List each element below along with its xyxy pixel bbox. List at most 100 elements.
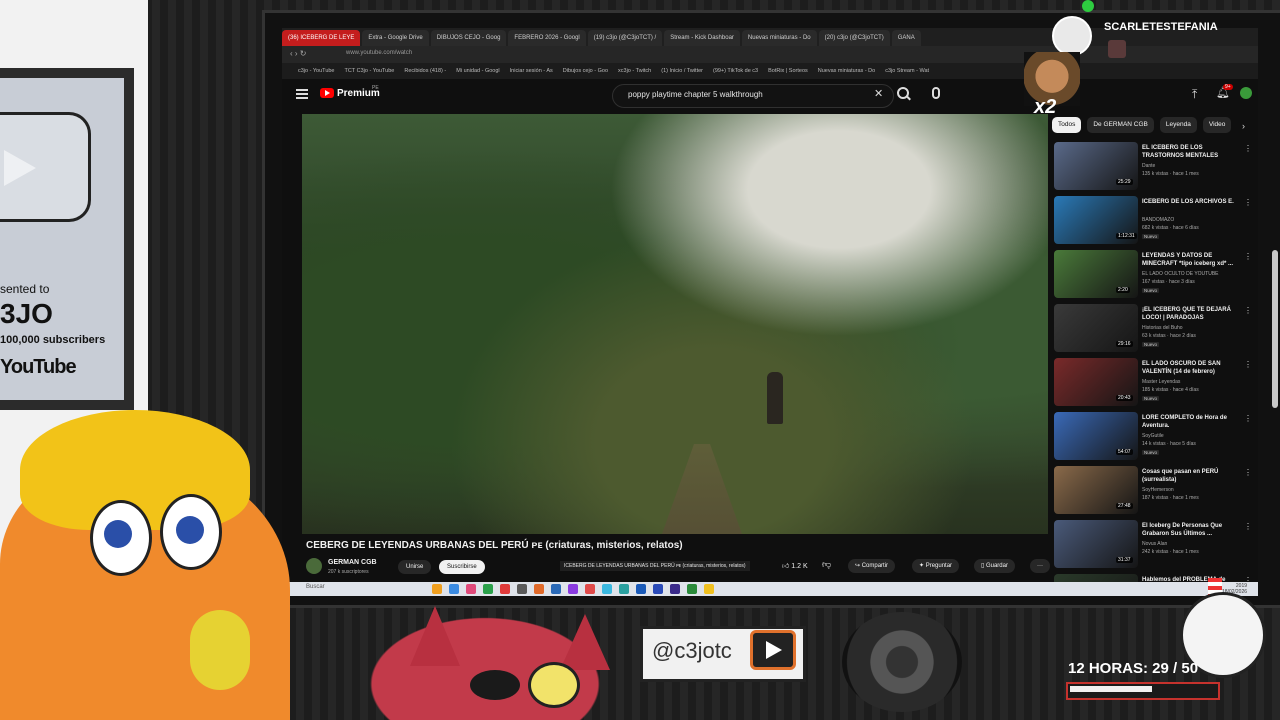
- video-title[interactable]: El Iceberg De Personas Que Grabaron Sus …: [1142, 522, 1242, 538]
- taskbar-app-icon[interactable]: [585, 584, 595, 594]
- video-title[interactable]: LEYENDAS Y DATOS DE MINECRAFT *tipo iceb…: [1142, 252, 1242, 268]
- more-vert-icon[interactable]: ⋮: [1244, 144, 1252, 153]
- dislike-icon[interactable]: 👎︎: [822, 559, 831, 570]
- browser-tab[interactable]: (36) ICEBERG DE LEYE: [282, 30, 361, 46]
- speaker-graphic: [842, 612, 962, 712]
- filter-chip[interactable]: De GERMAN CGB: [1087, 117, 1154, 133]
- more-vert-icon[interactable]: ⋮: [1244, 252, 1252, 261]
- taskbar-app-icon[interactable]: [568, 584, 578, 594]
- channel-handle: @c3jotc: [652, 638, 732, 663]
- taskbar-app-icon[interactable]: [704, 584, 714, 594]
- bookmark-item[interactable]: Nuevas miniaturas - Do: [818, 63, 875, 79]
- browser-tab[interactable]: (20) c3jo (@C3joTCT): [818, 30, 890, 46]
- channel-name[interactable]: GERMAN CGB: [328, 559, 377, 566]
- browser-tab[interactable]: Stream - Kick Dashboar: [664, 30, 740, 46]
- recommended-video[interactable]: 31:37 El Iceberg De Personas Que Grabaron…: [1054, 520, 1252, 572]
- channel-avatar[interactable]: [306, 558, 322, 574]
- scrollbar[interactable]: [1272, 250, 1278, 408]
- channel-name[interactable]: SoyHemerson: [1142, 487, 1174, 493]
- bookmark-item[interactable]: Mi unidad - Googl: [456, 63, 499, 79]
- bookmark-item[interactable]: (99+) TikTok de c3: [713, 63, 758, 79]
- video-player[interactable]: [302, 114, 1048, 534]
- nav-arrows-icon[interactable]: ‹ › ↻: [290, 49, 306, 58]
- microphone-icon[interactable]: [932, 87, 940, 99]
- taskbar-app-icon[interactable]: [636, 584, 646, 594]
- video-title[interactable]: ¡EL ICEBERG QUE TE DEJARÁ LOCO! | PARADO…: [1142, 306, 1242, 322]
- recommended-video[interactable]: 25:29 EL ICEBERG DE LOS TRASTORNOS MENTAL…: [1054, 142, 1252, 194]
- recommended-video[interactable]: 20:43 EL LADO OSCURO DE SAN VALENTÍN (14 …: [1054, 358, 1252, 410]
- bookmark-item[interactable]: c3jo Stream - Wat: [885, 63, 929, 79]
- more-button[interactable]: ···: [1030, 559, 1050, 573]
- taskbar-app-icon[interactable]: [517, 584, 527, 594]
- subscribe-button[interactable]: Suscribirse: [439, 560, 485, 574]
- browser-tab[interactable]: FEBRERO 2026 - Googl: [508, 30, 586, 46]
- more-vert-icon[interactable]: ⋮: [1244, 522, 1252, 531]
- ask-button[interactable]: ✦ Preguntar: [912, 559, 960, 573]
- avatar[interactable]: [1240, 87, 1252, 99]
- taskbar-app-icon[interactable]: [500, 584, 510, 594]
- channel-name[interactable]: Novus Alan: [1142, 541, 1167, 547]
- recommended-video[interactable]: 2:20 LEYENDAS Y DATOS DE MINECRAFT *tipo …: [1054, 250, 1252, 302]
- bookmark-item[interactable]: Recibidos (418) -: [404, 63, 446, 79]
- recommended-video[interactable]: 54:07 LORE COMPLETO de Hora de Aventura. S…: [1054, 412, 1252, 464]
- taskbar-app-icon[interactable]: [653, 584, 663, 594]
- browser-tab[interactable]: Nuevas miniaturas - Do: [741, 30, 817, 46]
- browser-tab[interactable]: Extra - Google Drive: [362, 30, 429, 46]
- more-vert-icon[interactable]: ⋮: [1244, 198, 1252, 207]
- bookmark-item[interactable]: BotRix | Sorteos: [768, 63, 808, 79]
- taskbar-search[interactable]: Buscar: [306, 584, 325, 590]
- join-button[interactable]: Unirse: [398, 560, 432, 574]
- channel-name[interactable]: Dante: [1142, 163, 1155, 169]
- chevron-right-icon[interactable]: ›: [1242, 121, 1245, 131]
- channel-name[interactable]: Historias del Buho: [1142, 325, 1183, 331]
- save-button[interactable]: ▯ Guardar: [974, 559, 1015, 573]
- video-title[interactable]: ICEBERG DE LOS ARCHIVOS E.: [1142, 198, 1242, 206]
- video-title[interactable]: EL LADO OSCURO DE SAN VALENTÍN (14 de fe…: [1142, 360, 1242, 376]
- more-vert-icon[interactable]: ⋮: [1244, 306, 1252, 315]
- recommended-video[interactable]: 1:12:31 ICEBERG DE LOS ARCHIVOS E. BANDOMA…: [1054, 196, 1252, 248]
- filter-chip[interactable]: Todos: [1052, 117, 1082, 133]
- recommended-video[interactable]: 29:16 ¡EL ICEBERG QUE TE DEJARÁ LOCO! | P…: [1054, 304, 1252, 356]
- recommended-video[interactable]: 27:48 Cosas que pasan en PERÚ (surrealist…: [1054, 466, 1252, 518]
- upload-icon[interactable]: ⤒: [1192, 87, 1197, 102]
- taskbar-app-icon[interactable]: [551, 584, 561, 594]
- video-title[interactable]: Cosas que pasan en PERÚ (surrealista): [1142, 468, 1242, 484]
- search-button[interactable]: [894, 85, 912, 105]
- search-query[interactable]: poppy playtime chapter 5 walkthrough: [628, 90, 763, 99]
- bookmark-item[interactable]: xc3jo - Twitch: [618, 63, 651, 79]
- channel-name[interactable]: EL LADO OCULTO DE YOUTUBE: [1142, 271, 1219, 277]
- taskbar-app-icon[interactable]: [670, 584, 680, 594]
- browser-tab[interactable]: DIBUJOS CEJO - Goog: [430, 30, 507, 46]
- video-title[interactable]: LORE COMPLETO de Hora de Aventura.: [1142, 414, 1242, 430]
- bookmark-item[interactable]: Dibujos cejo - Goo: [563, 63, 608, 79]
- taskbar-app-icon[interactable]: [449, 584, 459, 594]
- video-title[interactable]: EL ICEBERG DE LOS TRASTORNOS MENTALES: [1142, 144, 1242, 160]
- new-badge: Nuevo: [1142, 342, 1160, 347]
- browser-tab[interactable]: (19) c3jo (@C3joTCT) /: [587, 30, 663, 46]
- url-text[interactable]: www.youtube.com/watch: [346, 50, 412, 56]
- filter-chip[interactable]: Leyenda: [1159, 117, 1197, 133]
- taskbar-app-icon[interactable]: [687, 584, 697, 594]
- bookmark-item[interactable]: Iniciar sesión - As: [510, 63, 553, 79]
- bookmark-item[interactable]: TCT C3jo - YouTube: [345, 63, 395, 79]
- share-button[interactable]: ↪ Compartir: [848, 559, 896, 573]
- more-vert-icon[interactable]: ⋮: [1244, 468, 1252, 477]
- clear-icon[interactable]: ✕: [874, 87, 883, 100]
- like-button[interactable]: 👍︎ 1.2 K: [782, 561, 808, 570]
- menu-icon[interactable]: [296, 89, 308, 99]
- taskbar-app-icon[interactable]: [483, 584, 493, 594]
- channel-name[interactable]: SoyGutile: [1142, 433, 1164, 439]
- taskbar-app-icon[interactable]: [534, 584, 544, 594]
- taskbar-app-icon[interactable]: [466, 584, 476, 594]
- channel-name[interactable]: Master Leyendas: [1142, 379, 1180, 385]
- bookmark-item[interactable]: (1) Inicio / Twitter: [661, 63, 703, 79]
- taskbar-app-icon[interactable]: [619, 584, 629, 594]
- filter-chip[interactable]: Video: [1202, 117, 1232, 133]
- bookmark-item[interactable]: c3jo - YouTube: [298, 63, 335, 79]
- more-vert-icon[interactable]: ⋮: [1244, 414, 1252, 423]
- browser-tab[interactable]: GANA: [891, 30, 921, 46]
- channel-name[interactable]: BANDOMAZO: [1142, 217, 1174, 223]
- taskbar-app-icon[interactable]: [432, 584, 442, 594]
- more-vert-icon[interactable]: ⋮: [1244, 360, 1252, 369]
- taskbar-app-icon[interactable]: [602, 584, 612, 594]
